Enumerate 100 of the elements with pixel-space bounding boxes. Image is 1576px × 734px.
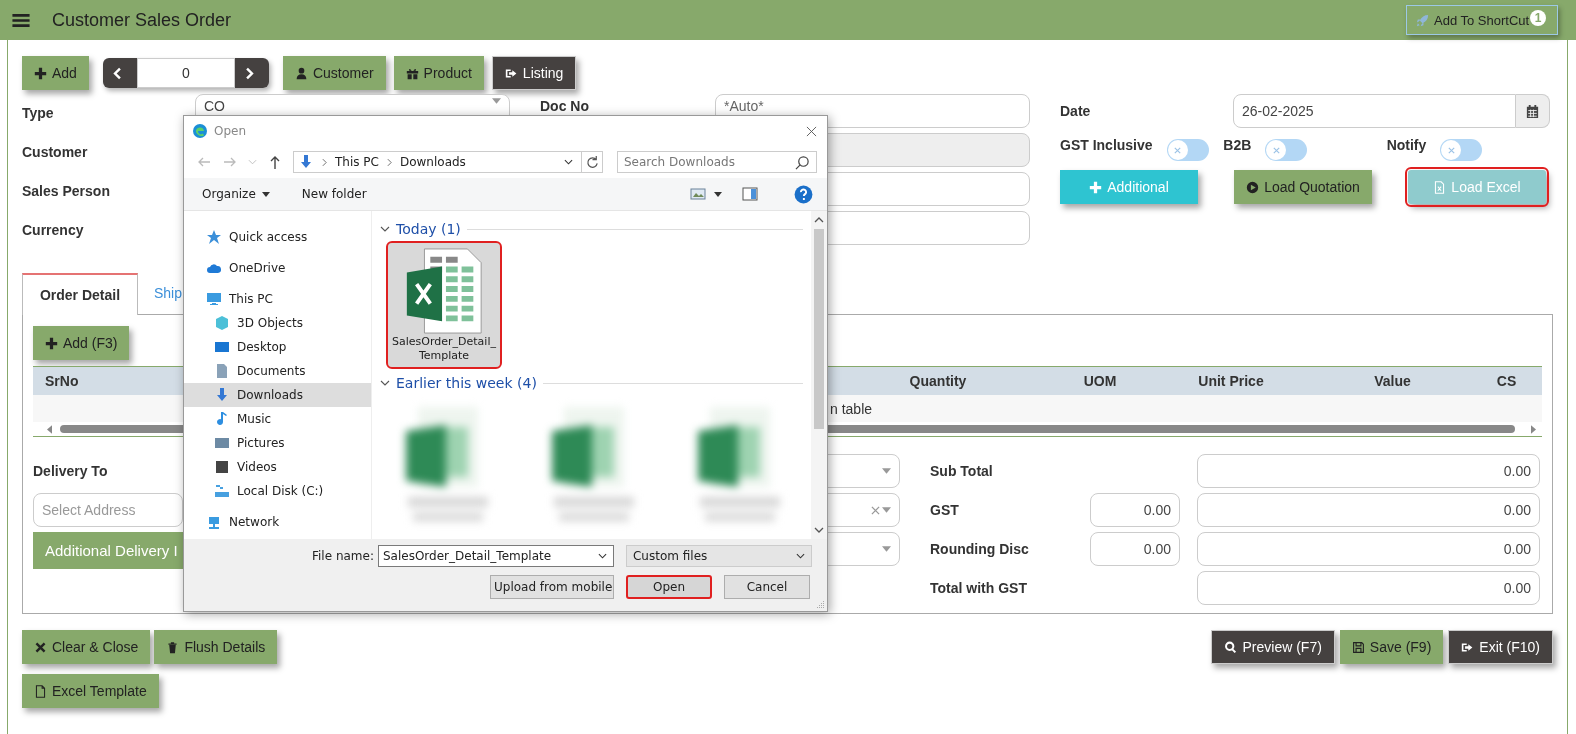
download-icon <box>214 387 230 403</box>
breadcrumb[interactable]: Downloads <box>399 155 466 169</box>
music-note-icon <box>214 411 230 427</box>
navigation-item[interactable]: Desktop <box>184 335 371 359</box>
scroll-right-icon[interactable] <box>1531 424 1536 434</box>
column-header[interactable]: Quantity <box>826 367 1050 395</box>
address-select[interactable]: Select Address <box>33 493 183 527</box>
footer-button[interactable]: Preview (F7) <box>1211 630 1335 664</box>
new-folder-button[interactable]: New folder <box>295 187 373 201</box>
rate-field[interactable]: 0.00 <box>1090 493 1180 527</box>
navigation-item[interactable]: Documents <box>184 359 371 383</box>
amount-field[interactable]: 0.00 <box>1197 532 1540 566</box>
group-header[interactable]: Today (1) <box>396 221 461 237</box>
load-quotation-button[interactable]: Load Quotation <box>1234 170 1372 204</box>
navigation-item[interactable]: Network <box>184 510 371 534</box>
toggle-label: GST Inclusive <box>1060 137 1153 153</box>
caret-icon <box>261 191 270 197</box>
column-header[interactable]: SrNo <box>33 367 133 395</box>
file-icon <box>1433 180 1447 194</box>
toolbar-button[interactable]: Customer <box>282 56 386 90</box>
scroll-left-icon[interactable] <box>47 424 52 434</box>
help-icon[interactable] <box>794 184 813 204</box>
toolbar-button[interactable]: Listing <box>491 56 577 90</box>
clear-icon[interactable] <box>871 505 880 515</box>
toggle-switch[interactable] <box>1265 139 1308 161</box>
file-icon <box>34 684 47 698</box>
menu-icon[interactable] <box>12 12 30 28</box>
toggle-switch[interactable] <box>1166 139 1209 161</box>
rate-field[interactable]: 0.00 <box>1090 532 1180 566</box>
chevron-right-icon <box>322 157 327 167</box>
scroll-up-icon[interactable] <box>814 217 824 223</box>
dialog-button[interactable]: Upload from mobile <box>490 575 614 599</box>
dialog-button[interactable]: Cancel <box>724 575 810 599</box>
toggle-switch[interactable] <box>1440 139 1483 161</box>
add-button[interactable]: Add <box>22 56 89 90</box>
tab[interactable]: Order Detail <box>22 273 138 315</box>
address-bar[interactable]: This PC Downloads <box>293 151 603 173</box>
field-label: Date <box>1060 103 1092 119</box>
previous-button[interactable] <box>102 58 137 88</box>
user-icon <box>294 66 308 80</box>
organize-menu[interactable]: Organize <box>196 187 276 201</box>
pictures-icon <box>214 435 230 451</box>
date-field[interactable]: 26-02-2025 <box>1233 94 1516 128</box>
file-name-label: File name: <box>312 549 374 563</box>
column-header[interactable]: Unit Price <box>1150 367 1312 395</box>
exit-icon <box>1461 640 1475 654</box>
file-name-field[interactable]: SalesOrder_Detail_Template <box>377 545 614 567</box>
file-item[interactable]: SalesOrder_Detail_Template <box>388 243 500 367</box>
dialog-button[interactable]: Open <box>626 575 712 599</box>
navigation-item[interactable]: Pictures <box>184 431 371 455</box>
column-header[interactable]: Value <box>1312 367 1473 395</box>
amount-field[interactable]: 0.00 <box>1197 571 1540 605</box>
cross-icon <box>1271 145 1281 155</box>
amount-field[interactable]: 0.00 <box>1197 454 1540 488</box>
column-header[interactable]: UOM <box>1050 367 1150 395</box>
footer-button[interactable]: Clear & Close <box>22 630 151 664</box>
navigation-item[interactable]: Music <box>184 407 371 431</box>
footer-button[interactable]: Save (F9) <box>1339 630 1444 664</box>
next-button[interactable] <box>234 58 269 88</box>
footer-button[interactable]: Exit (F10) <box>1448 630 1553 664</box>
breadcrumb[interactable]: This PC <box>335 155 379 169</box>
calendar-button[interactable] <box>1516 94 1550 128</box>
amount-field[interactable]: 0.00 <box>1197 493 1540 527</box>
close-icon[interactable] <box>806 125 817 137</box>
toolbar-button[interactable]: Product <box>393 56 484 90</box>
navigation-item[interactable]: Quick access <box>184 225 371 249</box>
navigation-item[interactable]: Local Disk (C:) <box>184 479 371 503</box>
file-type-select[interactable]: Custom files <box>625 545 812 567</box>
footer-button[interactable]: Flush Details <box>154 630 278 664</box>
scrollbar-thumb[interactable] <box>814 229 824 429</box>
chevron-right-icon <box>386 157 392 167</box>
plus-icon <box>45 336 58 350</box>
cube-icon <box>214 315 230 331</box>
group-header[interactable]: Earlier this week (4) <box>396 375 537 391</box>
chevron-down-icon <box>597 553 607 559</box>
refresh-icon[interactable] <box>584 154 600 170</box>
resize-grip-icon[interactable] <box>816 600 824 608</box>
view-icon[interactable] <box>690 186 706 202</box>
caret-icon[interactable] <box>714 191 722 197</box>
page-number-field[interactable]: 0 <box>136 58 235 88</box>
save-icon <box>1351 640 1365 654</box>
chevron-down-icon[interactable] <box>380 380 390 386</box>
add-row-button[interactable]: Add (F3) <box>33 326 130 360</box>
field-label: Customer <box>22 144 89 160</box>
navigation-item[interactable]: 3D Objects <box>184 311 371 335</box>
scroll-down-icon[interactable] <box>814 527 824 533</box>
chevron-down-icon[interactable] <box>380 226 390 232</box>
footer-button[interactable]: Excel Template <box>22 674 159 708</box>
caret-icon <box>882 546 891 552</box>
trash-icon <box>166 640 180 654</box>
navigation-item[interactable]: Downloads <box>184 383 371 407</box>
desktop-icon <box>214 339 230 355</box>
chevron-down-icon[interactable] <box>564 159 573 165</box>
navigation-item[interactable]: Videos <box>184 455 371 479</box>
preview-pane-icon[interactable] <box>742 186 758 202</box>
column-header[interactable]: CS <box>1473 367 1540 395</box>
browser-icon <box>192 123 208 139</box>
download-icon <box>298 154 314 170</box>
search-field[interactable]: Search Downloads <box>617 151 817 173</box>
vertical-scrollbar[interactable] <box>811 211 827 539</box>
